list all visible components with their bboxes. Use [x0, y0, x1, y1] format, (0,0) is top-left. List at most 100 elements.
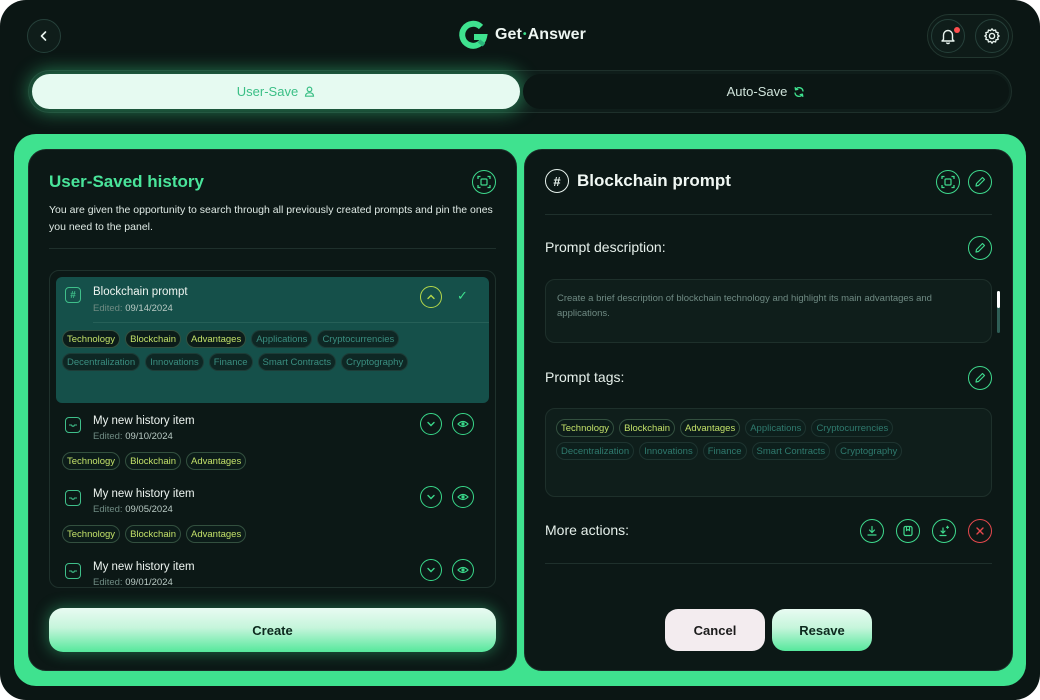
tag-chip[interactable]: Innovations: [639, 442, 698, 460]
tag-chip[interactable]: Technology: [62, 452, 121, 470]
tag-chip[interactable]: Smart Contracts: [751, 442, 831, 460]
eye-icon: [457, 566, 469, 574]
tag-chip[interactable]: Technology: [556, 419, 615, 437]
settings-button[interactable]: [975, 19, 1009, 53]
scan-icon: [941, 175, 955, 189]
scan-button[interactable]: [936, 170, 960, 194]
tag-chip[interactable]: Cryptocurrencies: [811, 419, 894, 437]
more-actions-label: More actions:: [545, 522, 630, 538]
collapse-button[interactable]: [420, 286, 442, 308]
save-button[interactable]: [896, 519, 920, 543]
view-button[interactable]: [452, 413, 474, 435]
description-textbox[interactable]: Create a brief description of blockchain…: [545, 279, 1000, 343]
item-date: Edited: 09/01/2024: [93, 577, 173, 588]
history-panel: User-Saved history You are given the opp…: [28, 149, 517, 671]
tag-chip[interactable]: Decentralization: [62, 353, 141, 371]
hash-icon: #: [545, 169, 569, 193]
tag-chip[interactable]: Applications: [745, 419, 807, 437]
edit-tags-button[interactable]: [968, 366, 992, 390]
view-button[interactable]: [452, 559, 474, 581]
edit-title-button[interactable]: [968, 170, 992, 194]
notification-badge: [954, 27, 960, 33]
tag-chip[interactable]: Finance: [702, 442, 747, 460]
pencil-icon: [975, 176, 986, 187]
history-list[interactable]: # Blockchain prompt Edited: 09/14/2024 ✓…: [49, 270, 496, 588]
tag-chip[interactable]: Finance: [208, 353, 253, 371]
tag-chip[interactable]: Smart Contracts: [257, 353, 337, 371]
tags-box: Technology Blockchain Advantages Applicatio…: [545, 408, 992, 497]
tag-chip[interactable]: Advantages: [186, 452, 247, 470]
tag-chip[interactable]: Advantages: [186, 330, 247, 348]
download-button[interactable]: [860, 519, 884, 543]
history-item[interactable]: My new history item Edited: 09/05/2024 T…: [56, 479, 489, 551]
view-button[interactable]: [452, 486, 474, 508]
delete-button[interactable]: [968, 519, 992, 543]
close-icon: [976, 527, 984, 535]
scan-icon: [477, 175, 491, 189]
inbox-icon: [65, 417, 81, 433]
tag-chip[interactable]: Advantages: [186, 525, 247, 543]
save-mode-tabs: User-Save Auto-Save: [28, 70, 1012, 113]
notifications-button[interactable]: [931, 19, 965, 53]
prompt-title: Blockchain prompt: [577, 171, 731, 190]
divider: [49, 248, 496, 249]
brand-name: Get•Answer: [495, 26, 586, 43]
tag-chip[interactable]: Innovations: [145, 353, 204, 371]
create-button[interactable]: Create: [49, 608, 496, 652]
chevron-down-icon: [427, 421, 435, 427]
divider: [545, 563, 992, 564]
item-title: My new history item: [93, 488, 195, 500]
import-button[interactable]: [932, 519, 956, 543]
item-tags: Technology Blockchain Advantages Applicatio…: [62, 330, 482, 371]
item-date: Edited: 09/14/2024: [93, 303, 173, 314]
item-date: Edited: 09/05/2024: [93, 504, 173, 515]
item-date: Edited: 09/10/2024: [93, 431, 173, 442]
logo-icon: [459, 20, 488, 49]
tab-auto-save[interactable]: Auto-Save: [523, 74, 1009, 109]
tag-chip[interactable]: Cryptography: [835, 442, 903, 460]
tag-chip[interactable]: Cryptography: [341, 353, 409, 371]
scan-button[interactable]: [472, 170, 496, 194]
tag-chip[interactable]: Blockchain: [125, 452, 182, 470]
expand-button[interactable]: [420, 559, 442, 581]
back-button[interactable]: [27, 19, 61, 53]
chevron-left-icon: [40, 31, 47, 41]
history-item[interactable]: # Blockchain prompt Edited: 09/14/2024 ✓…: [56, 277, 489, 403]
edit-description-button[interactable]: [968, 236, 992, 260]
tag-chip[interactable]: Technology: [62, 330, 121, 348]
item-title: My new history item: [93, 415, 195, 427]
pencil-icon: [975, 372, 986, 383]
tag-chip[interactable]: Blockchain: [619, 419, 676, 437]
tags-label: Prompt tags:: [545, 369, 625, 385]
app-window: Get•Answer User-Save Auto-Save User-Save…: [0, 0, 1040, 700]
history-item[interactable]: My new history item Edited: 09/10/2024 T…: [56, 406, 489, 478]
description-label: Prompt description:: [545, 239, 666, 255]
gear-icon: [984, 28, 1000, 44]
expand-button[interactable]: [420, 413, 442, 435]
tag-chip[interactable]: Blockchain: [125, 330, 182, 348]
history-item[interactable]: My new history item Edited: 09/01/2024: [56, 552, 489, 588]
refresh-icon: [794, 86, 804, 97]
bookmark-icon: [903, 525, 913, 537]
tab-user-save[interactable]: User-Save: [32, 74, 520, 109]
item-tags: Technology Blockchain Advantages: [62, 525, 482, 543]
tag-chip[interactable]: Technology: [62, 525, 121, 543]
description-text: Create a brief description of blockchain…: [557, 293, 932, 319]
scrollbar-thumb[interactable]: [997, 291, 1000, 308]
item-tags: Technology Blockchain Advantages: [62, 452, 482, 470]
divider: [93, 322, 489, 323]
eye-icon: [457, 420, 469, 428]
tag-chip[interactable]: Advantages: [680, 419, 741, 437]
item-title: My new history item: [93, 561, 195, 573]
cancel-button[interactable]: Cancel: [665, 609, 765, 651]
download-plus-icon: [939, 525, 949, 537]
tag-chip[interactable]: Decentralization: [556, 442, 635, 460]
tag-chip[interactable]: Applications: [251, 330, 313, 348]
eye-icon: [457, 493, 469, 501]
tag-chip[interactable]: Cryptocurrencies: [317, 330, 400, 348]
expand-button[interactable]: [420, 486, 442, 508]
resave-button[interactable]: Resave: [772, 609, 872, 651]
chevron-down-icon: [427, 494, 435, 500]
tag-chip[interactable]: Blockchain: [125, 525, 182, 543]
header-actions: [927, 14, 1013, 58]
